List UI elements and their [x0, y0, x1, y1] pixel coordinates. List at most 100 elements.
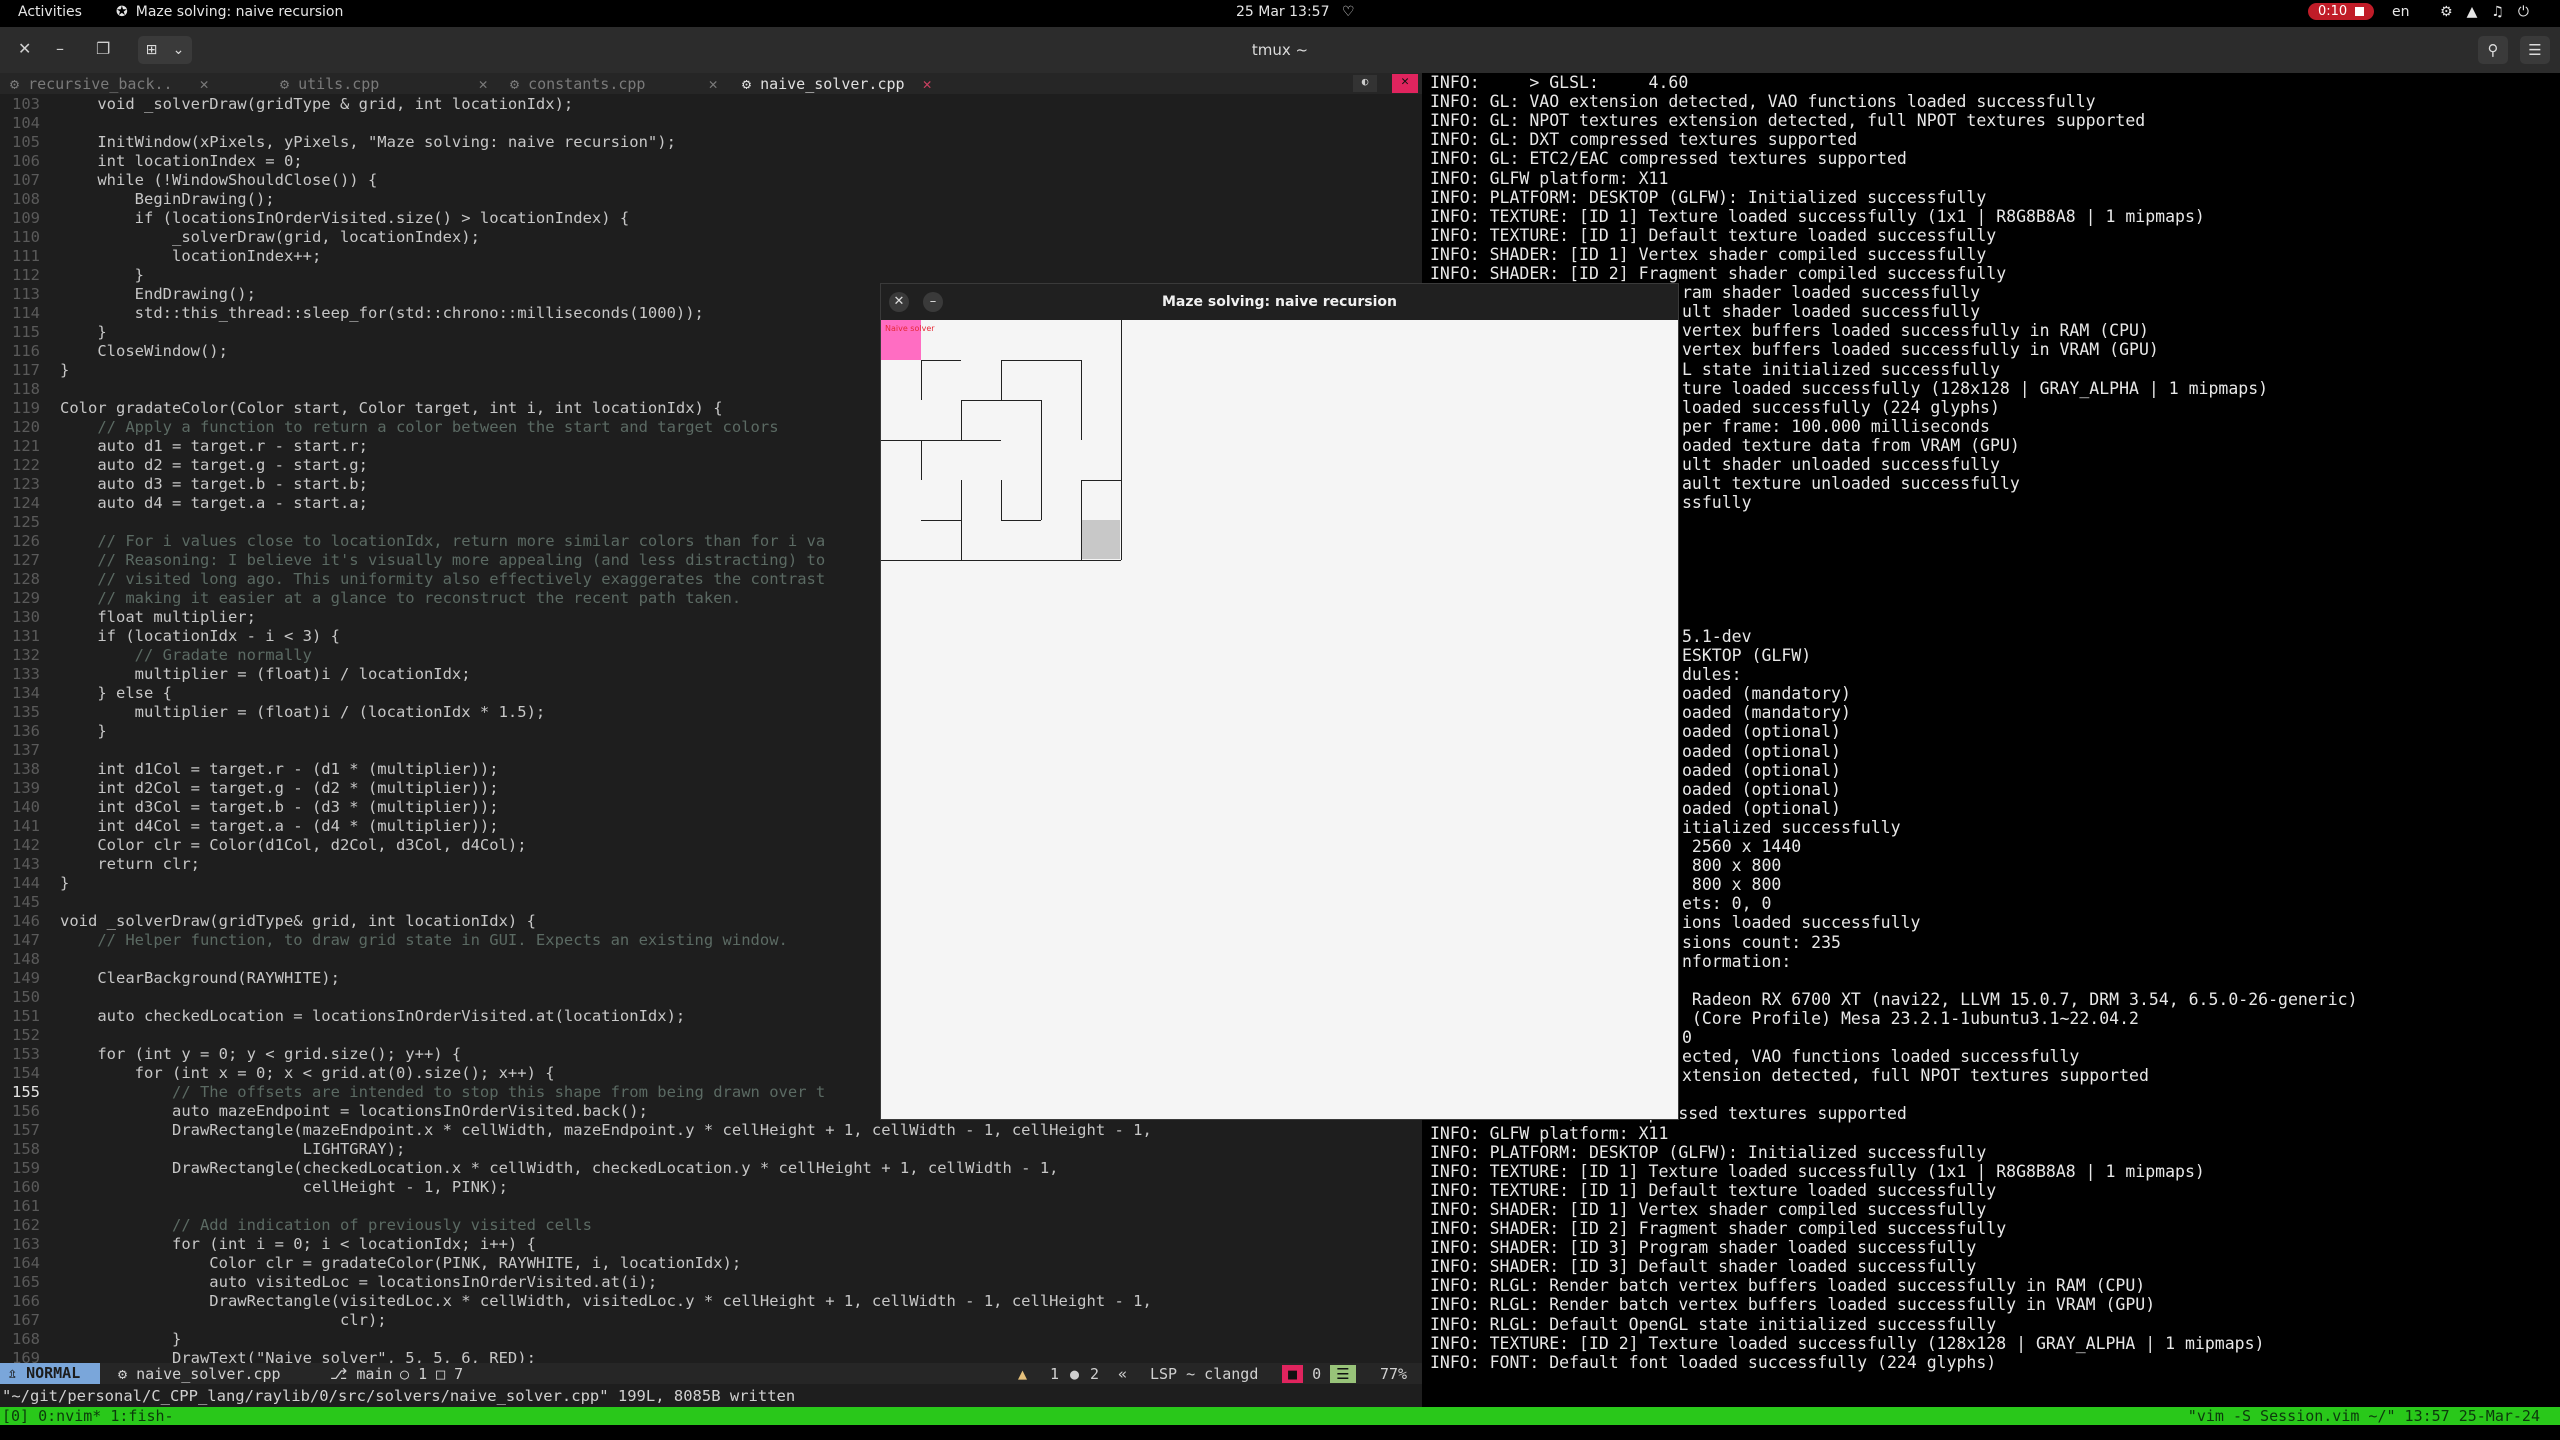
code-line[interactable]: 160 cellHeight - 1, PINK); [0, 1178, 1422, 1197]
search-icon[interactable]: ⚲ [2478, 36, 2508, 64]
code-line[interactable]: 164 Color clr = gradateColor(PINK, RAYWH… [0, 1254, 1422, 1273]
log-line: INFO: SHADER: [ID 2] Fragment shader com… [1430, 264, 2007, 283]
code-text: int d1Col = target.r - (d1 * (multiplier… [60, 760, 499, 778]
command-line[interactable]: "~/git/personal/C_CPP_lang/raylib/0/src/… [0, 1387, 1422, 1407]
app-menu[interactable]: ✪ Maze solving: naive recursion [116, 4, 343, 20]
log-line: INFO: SHADER: [ID 1] Vertex shader compi… [1430, 1199, 1987, 1219]
raylib-window[interactable]: Maze solving: naive recursion ✕ – Naive … [880, 283, 1679, 1120]
maze-wall [881, 440, 1001, 441]
line-number: 147 [12, 931, 40, 949]
maze-wall [1001, 480, 1002, 520]
log-line: 800 x 800 [1682, 875, 1782, 895]
log-line: INFO: PLATFORM: DESKTOP (GLFW): Initiali… [1430, 1142, 1987, 1162]
line-number: 104 [12, 114, 40, 132]
line-number: 118 [12, 380, 40, 398]
code-line[interactable]: 108 BeginDrawing(); [0, 190, 1422, 209]
code-line[interactable]: 110 _solverDraw(grid, locationIndex); [0, 228, 1422, 247]
code-line[interactable]: 105 InitWindow(xPixels, yPixels, "Maze s… [0, 133, 1422, 152]
activities-button[interactable]: Activities [18, 4, 82, 20]
code-text: std::this_thread::sleep_for(std::chrono:… [60, 304, 704, 322]
log-line: INFO: TEXTURE: [ID 1] Default texture lo… [1430, 1180, 1997, 1200]
log-line: 2560 x 1440 [1682, 837, 1802, 856]
log-line: INFO: GL: ETC2/EAC compressed textures s… [1430, 149, 1907, 169]
maze-wall [961, 400, 962, 440]
log-line: loaded successfully (224 glyphs) [1682, 397, 2000, 417]
maze-wall [921, 360, 922, 400]
log-line: INFO: RLGL: Render batch vertex buffers … [1430, 1295, 2156, 1315]
code-line[interactable]: 106 int locationIndex = 0; [0, 152, 1422, 171]
code-text: auto mazeEndpoint = locationsInOrderVisi… [60, 1102, 648, 1120]
code-text: InitWindow(xPixels, yPixels, "Maze solvi… [60, 133, 676, 151]
close-buffer-icon[interactable]: ✕ [1392, 74, 1418, 93]
log-line: oaded (optional) [1682, 798, 1841, 818]
volume-icon: ♫ [2491, 4, 2504, 20]
line-number: 116 [12, 342, 40, 360]
log-line: ssfully [1682, 493, 1752, 513]
code-line[interactable]: 158 LIGHTGRAY); [0, 1140, 1422, 1159]
log-line: 5.1-dev [1682, 626, 1752, 646]
clock[interactable]: 25 Mar 13:57 [1236, 4, 1329, 20]
log-line: INFO: GL: VAO extension detected, VAO fu… [1430, 92, 2096, 112]
window-toggle-icon[interactable]: ◐ [1353, 75, 1377, 92]
notification-bell-icon[interactable]: ♡ [1342, 4, 1355, 20]
code-text: CloseWindow(); [60, 342, 228, 360]
code-line[interactable]: 161 [0, 1197, 1422, 1216]
code-text: // visited long ago. This uniformity als… [60, 570, 826, 588]
code-line[interactable]: 159 DrawRectangle(checkedLocation.x * ce… [0, 1159, 1422, 1178]
code-text: int d3Col = target.b - (d3 * (multiplier… [60, 798, 499, 816]
code-text: multiplier = (float)i / (locationIdx * 1… [60, 703, 546, 721]
system-tray[interactable]: ⚙ ▲ ♫ ⏻ [2440, 4, 2529, 20]
line-number: 133 [12, 665, 40, 683]
hamburger-menu-icon[interactable]: ☰ [2520, 36, 2550, 64]
code-text: auto checkedLocation = locationsInOrderV… [60, 1007, 686, 1025]
line-number: 108 [12, 190, 40, 208]
screen-recording-indicator[interactable]: 0:10 [2308, 3, 2375, 20]
maze-wall [1001, 360, 1002, 400]
tmux-windows[interactable]: [0] 0:nvim* 1:fish- [2, 1407, 174, 1425]
code-line[interactable]: 157 DrawRectangle(mazeEndpoint.x * cellW… [0, 1121, 1422, 1140]
line-number: 157 [12, 1121, 40, 1139]
code-text: // Helper function, to draw grid state i… [60, 931, 788, 949]
minimize-icon[interactable]: – [923, 292, 943, 312]
code-text: } [60, 323, 107, 341]
code-line[interactable]: 166 DrawRectangle(visitedLoc.x * cellWid… [0, 1292, 1422, 1311]
maze-canvas[interactable]: Naive solver [881, 320, 1678, 1119]
buffer-tab-active[interactable]: ⚙ naive_solver.cpp ✕ [742, 75, 932, 93]
line-number: 166 [12, 1292, 40, 1310]
code-text: } [60, 361, 70, 379]
code-line[interactable]: 167 clr); [0, 1311, 1422, 1330]
code-line[interactable]: 162 // Add indication of previously visi… [0, 1216, 1422, 1235]
line-number: 125 [12, 513, 40, 531]
code-line[interactable]: 168 } [0, 1330, 1422, 1349]
buffer-tab[interactable]: ⚙ utils.cpp ✕ [280, 75, 488, 93]
code-line[interactable]: 163 for (int i = 0; i < locationIdx; i++… [0, 1235, 1422, 1254]
raylib-window-title[interactable]: Maze solving: naive recursion [881, 284, 1678, 320]
input-language-indicator[interactable]: en [2392, 4, 2410, 20]
line-number: 154 [12, 1064, 40, 1082]
buffer-tab[interactable]: ⚙ constants.cpp ✕ [510, 75, 718, 93]
code-line[interactable]: 107 while (!WindowShouldClose()) { [0, 171, 1422, 190]
maze-wall [1041, 400, 1042, 520]
buffer-tab[interactable]: ⚙ recursive_back.. ✕ [10, 75, 209, 93]
code-text: auto d4 = target.a - start.a; [60, 494, 368, 512]
log-line: Radeon RX 6700 XT (navi22, LLVM 15.0.7, … [1682, 989, 2358, 1009]
line-number: 121 [12, 437, 40, 455]
code-line[interactable]: 165 auto visitedLoc = locationsInOrderVi… [0, 1273, 1422, 1292]
code-line[interactable]: 104 [0, 114, 1422, 133]
code-line[interactable]: 111 locationIndex++; [0, 247, 1422, 266]
code-text: DrawRectangle(mazeEndpoint.x * cellWidth… [60, 1121, 1152, 1139]
code-line[interactable]: 103 void _solverDraw(gridType & grid, in… [0, 95, 1422, 114]
code-line[interactable]: 109 if (locationsInOrderVisited.size() >… [0, 209, 1422, 228]
line-number: 145 [12, 893, 40, 911]
line-number: 158 [12, 1140, 40, 1158]
endpoint-cell [1081, 520, 1120, 559]
scroll-percent: 77% [1380, 1365, 1408, 1383]
line-number: 105 [12, 133, 40, 151]
maze-wall [881, 560, 1121, 561]
line-number: 132 [12, 646, 40, 664]
code-text: // For i values close to locationIdx, re… [60, 532, 826, 550]
line-number: 168 [12, 1330, 40, 1348]
close-icon[interactable]: ✕ [889, 292, 909, 312]
log-line: INFO: PLATFORM: DESKTOP (GLFW): Initiali… [1430, 187, 1987, 207]
log-line: ture loaded successfully (128x128 | GRAY… [1682, 378, 2269, 398]
